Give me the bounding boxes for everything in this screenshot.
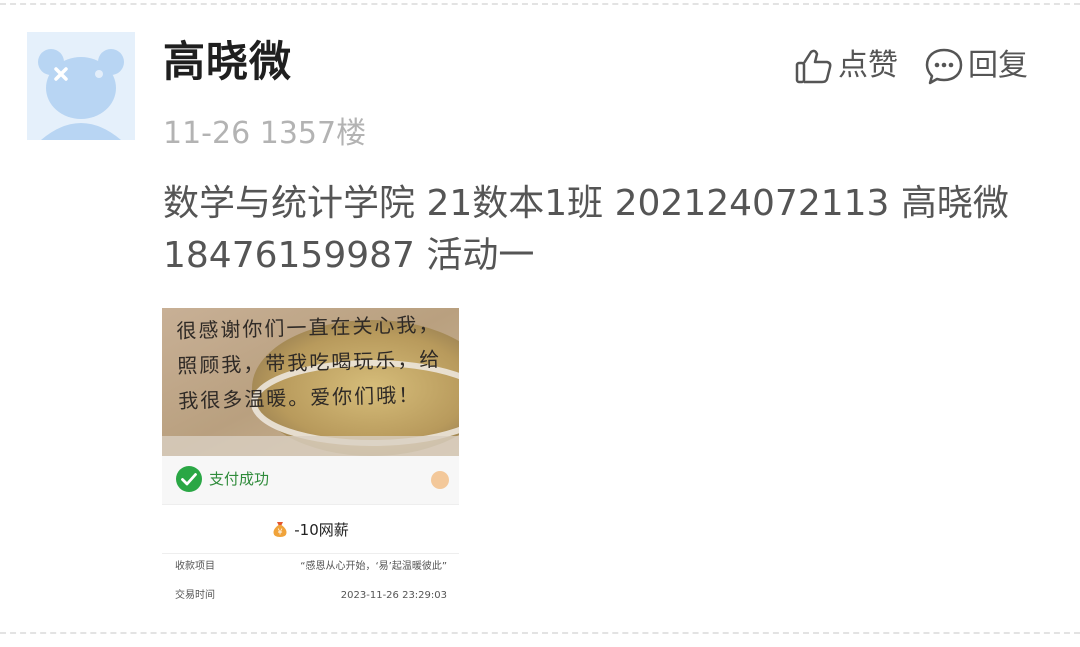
payment-amount: -10网薪 bbox=[294, 520, 349, 539]
post-date: 11-26 bbox=[163, 116, 251, 151]
payment-status-text: 支付成功 bbox=[209, 470, 270, 488]
payment-amount-row: ¥ -10网薪 bbox=[162, 505, 459, 554]
detail-label: 交易时间 bbox=[175, 590, 215, 601]
payment-status: 支付成功 bbox=[175, 465, 269, 493]
detail-value: “感恩从心开始，‘易’起温暖彼此” bbox=[300, 561, 447, 572]
check-circle-icon bbox=[176, 466, 202, 492]
money-bag-icon: ¥ bbox=[273, 522, 287, 537]
thumbs-up-icon bbox=[795, 49, 832, 84]
attachment-image[interactable]: 很感谢你们一直在关心我，照顾我，带我吃喝玩乐，给我很多温暖。爱你们哦！ 支付成功… bbox=[162, 308, 459, 606]
like-label: 点赞 bbox=[838, 48, 898, 83]
bottom-divider bbox=[0, 632, 1080, 634]
like-button[interactable]: 点赞 bbox=[794, 44, 898, 88]
payment-details: 收款项目 “感恩从心开始，‘易’起温暖彼此” 交易时间 2023-11-26 2… bbox=[162, 554, 459, 606]
corner-icon bbox=[431, 471, 449, 489]
detail-value: 2023-11-26 23:29:03 bbox=[340, 590, 447, 601]
speech-bubble-icon bbox=[925, 48, 963, 85]
post-content: 数学与统计学院 21数本1班 202124072113 高晓微 18476159… bbox=[163, 183, 1009, 276]
svg-text:¥: ¥ bbox=[278, 528, 283, 537]
reply-label: 回复 bbox=[968, 48, 1028, 83]
avatar[interactable] bbox=[27, 32, 135, 140]
bear-avatar-icon bbox=[38, 49, 124, 140]
handwritten-note-text: 很感谢你们一直在关心我，照顾我，带我吃喝玩乐，给我很多温暖。爱你们哦！ bbox=[176, 312, 442, 413]
detail-row: 交易时间 2023-11-26 23:29:03 bbox=[175, 587, 447, 605]
detail-label: 收款项目 bbox=[175, 561, 215, 572]
top-divider bbox=[0, 3, 1080, 5]
payment-status-bar: 支付成功 bbox=[162, 456, 459, 505]
detail-row: 收款项目 “感恩从心开始，‘易’起温暖彼此” bbox=[175, 558, 447, 576]
reply-button[interactable]: 回复 bbox=[924, 44, 1028, 88]
post-meta: 11-26 1357楼 bbox=[163, 114, 366, 154]
post-actions: 点赞 回复 bbox=[794, 44, 1028, 88]
post-floor: 1357楼 bbox=[259, 116, 367, 151]
username[interactable]: 高晓微 bbox=[163, 36, 292, 88]
